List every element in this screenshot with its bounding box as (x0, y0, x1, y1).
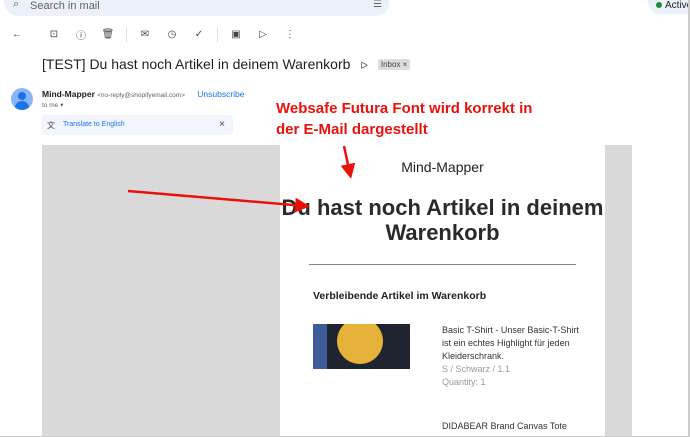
arrow-icon (127, 189, 310, 213)
annotation-arrows (127, 145, 356, 213)
arrow-icon (340, 145, 356, 179)
